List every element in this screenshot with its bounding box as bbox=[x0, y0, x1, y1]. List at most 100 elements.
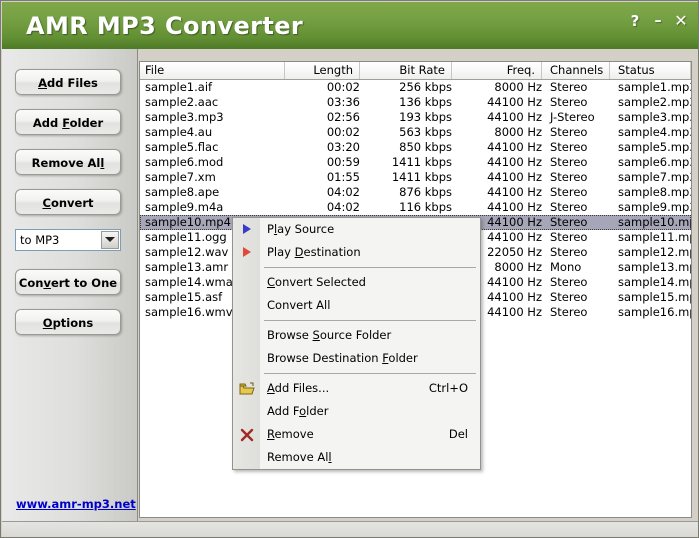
cell-file: sample9.m4a bbox=[145, 200, 224, 214]
menu-item-add-folder[interactable]: Add Folder bbox=[233, 400, 480, 423]
cell-freq: 44100 Hz bbox=[487, 155, 542, 169]
cell-length: 00:59 bbox=[326, 155, 360, 169]
cell-status: sample13.mp3 bbox=[618, 260, 691, 274]
cell-status: sample2.mp3 bbox=[618, 95, 692, 109]
column-header-file[interactable]: File bbox=[140, 62, 285, 79]
column-header-status[interactable]: Status bbox=[610, 62, 691, 79]
menu-item-play-source[interactable]: Play Source bbox=[233, 218, 480, 241]
output-format-value: to MP3 bbox=[20, 233, 60, 247]
table-row[interactable]: sample4.au 00:02 563 kbps 8000 Hz Stereo samp… bbox=[140, 125, 691, 140]
cell-status: sample10.mp3 bbox=[618, 215, 691, 229]
cell-bitrate: 1411 kbps bbox=[391, 170, 452, 184]
menu-item-remove-all[interactable]: Remove All bbox=[233, 446, 480, 469]
cell-file: sample5.flac bbox=[145, 140, 219, 154]
cell-bitrate: 850 kbps bbox=[399, 140, 452, 154]
cell-channels: Stereo bbox=[550, 290, 588, 304]
cell-channels: Stereo bbox=[550, 275, 588, 289]
menu-separator bbox=[233, 370, 480, 377]
table-row[interactable]: sample9.m4a 04:02 116 kbps 44100 Hz Stereo sa… bbox=[140, 200, 691, 215]
cell-channels: Stereo bbox=[550, 140, 588, 154]
table-row[interactable]: sample3.mp3 02:56 193 kbps 44100 Hz J-Stereo… bbox=[140, 110, 691, 125]
cell-bitrate: 563 kbps bbox=[399, 125, 452, 139]
website-link[interactable]: www.amr-mp3.net bbox=[16, 497, 136, 511]
menu-item-add-files[interactable]: Add Files... Ctrl+O bbox=[233, 377, 480, 400]
column-header-length[interactable]: Length bbox=[285, 62, 360, 79]
cell-bitrate: 1411 kbps bbox=[391, 155, 452, 169]
menu-item-browse-destination-folder[interactable]: Browse Destination Folder bbox=[233, 347, 480, 370]
remove-all-button[interactable]: Remove All bbox=[15, 149, 121, 175]
cell-freq: 44100 Hz bbox=[487, 140, 542, 154]
cell-channels: Stereo bbox=[550, 155, 588, 169]
menu-item-label: Browse Destination Folder bbox=[267, 351, 418, 365]
table-row[interactable]: sample2.aac 03:36 136 kbps 44100 Hz Stereo sa… bbox=[140, 95, 691, 110]
menu-item-label: Add Folder bbox=[267, 404, 329, 418]
menu-item-shortcut: Ctrl+O bbox=[428, 381, 468, 395]
cell-bitrate: 256 kbps bbox=[399, 80, 452, 94]
options-button[interactable]: Options bbox=[15, 309, 121, 335]
context-menu: Play Source Play Destination Convert Selec… bbox=[232, 217, 481, 470]
cell-length: 00:02 bbox=[326, 125, 360, 139]
open-folder-icon bbox=[239, 381, 255, 396]
column-header-channels[interactable]: Channels bbox=[542, 62, 610, 79]
cell-file: sample8.ape bbox=[145, 185, 220, 199]
cell-status: sample7.mp3 bbox=[618, 170, 692, 184]
cell-status: sample3.mp3 bbox=[618, 110, 692, 124]
cell-status: sample1.mp3 bbox=[618, 80, 692, 94]
cell-length: 04:02 bbox=[326, 185, 360, 199]
cell-status: sample14.mp3 bbox=[618, 275, 691, 289]
menu-item-label: Add Files... bbox=[267, 381, 330, 395]
convert-to-one-button[interactable]: Convert to One bbox=[15, 269, 121, 295]
menu-separator bbox=[233, 317, 480, 324]
cell-channels: Stereo bbox=[550, 215, 588, 229]
cell-bitrate: 116 kbps bbox=[399, 200, 452, 214]
menu-item-label: Remove bbox=[267, 427, 314, 441]
column-header-freq[interactable]: Freq. bbox=[452, 62, 542, 79]
menu-separator bbox=[233, 264, 480, 271]
help-icon[interactable]: ? bbox=[627, 14, 643, 29]
chevron-down-icon[interactable] bbox=[101, 231, 119, 249]
menu-item-play-destination[interactable]: Play Destination bbox=[233, 241, 480, 264]
cell-bitrate: 876 kbps bbox=[399, 185, 452, 199]
cell-file: sample1.aif bbox=[145, 80, 213, 94]
add-folder-button[interactable]: Add Folder bbox=[15, 109, 121, 135]
cell-channels: J-Stereo bbox=[550, 110, 595, 124]
app-window: AMR MP3 Converter ? – ✕ Add Files Add Fo… bbox=[0, 0, 699, 538]
sidebar: Add Files Add Folder Remove All Convert … bbox=[2, 49, 138, 521]
close-icon[interactable]: ✕ bbox=[673, 13, 689, 29]
menu-item-browse-source-folder[interactable]: Browse Source Folder bbox=[233, 324, 480, 347]
minimize-icon[interactable]: – bbox=[650, 14, 666, 28]
cell-freq: 8000 Hz bbox=[494, 125, 542, 139]
cell-length: 01:55 bbox=[326, 170, 360, 184]
cell-freq: 44100 Hz bbox=[487, 110, 542, 124]
table-row[interactable]: sample7.xm 01:55 1411 kbps 44100 Hz Stereo sa… bbox=[140, 170, 691, 185]
cell-freq: 44100 Hz bbox=[487, 185, 542, 199]
cell-channels: Stereo bbox=[550, 95, 588, 109]
menu-item-label: Play Source bbox=[267, 222, 335, 236]
cell-status: sample11.mp3 bbox=[618, 230, 691, 244]
app-title: AMR MP3 Converter bbox=[26, 12, 304, 40]
remove-x-icon bbox=[239, 427, 255, 442]
output-format-select[interactable]: to MP3 bbox=[15, 229, 121, 251]
cell-status: sample9.mp3 bbox=[618, 200, 692, 214]
play-red-icon bbox=[239, 245, 255, 260]
cell-bitrate: 136 kbps bbox=[399, 95, 452, 109]
cell-channels: Stereo bbox=[550, 305, 588, 319]
cell-freq: 44100 Hz bbox=[487, 200, 542, 214]
table-row[interactable]: sample8.ape 04:02 876 kbps 44100 Hz Stereo sa… bbox=[140, 185, 691, 200]
cell-status: sample12.mp3 bbox=[618, 245, 691, 259]
convert-button[interactable]: Convert bbox=[15, 189, 121, 215]
cell-status: sample4.mp3 bbox=[618, 125, 692, 139]
add-files-button[interactable]: Add Files bbox=[15, 69, 121, 95]
cell-bitrate: 193 kbps bbox=[399, 110, 452, 124]
table-row[interactable]: sample6.mod 00:59 1411 kbps 44100 Hz Stereo s… bbox=[140, 155, 691, 170]
menu-item-convert-selected[interactable]: Convert Selected bbox=[233, 271, 480, 294]
menu-item-remove[interactable]: Remove Del bbox=[233, 423, 480, 446]
table-row[interactable]: sample5.flac 03:20 850 kbps 44100 Hz Stereo s… bbox=[140, 140, 691, 155]
column-header-bit-rate[interactable]: Bit Rate bbox=[360, 62, 452, 79]
table-row[interactable]: sample1.aif 00:02 256 kbps 8000 Hz Stereo sam… bbox=[140, 80, 691, 95]
cell-file: sample7.xm bbox=[145, 170, 216, 184]
play-blue-icon bbox=[239, 222, 255, 237]
menu-item-label: Remove All bbox=[267, 450, 332, 464]
cell-channels: Stereo bbox=[550, 80, 588, 94]
menu-item-convert-all[interactable]: Convert All bbox=[233, 294, 480, 317]
